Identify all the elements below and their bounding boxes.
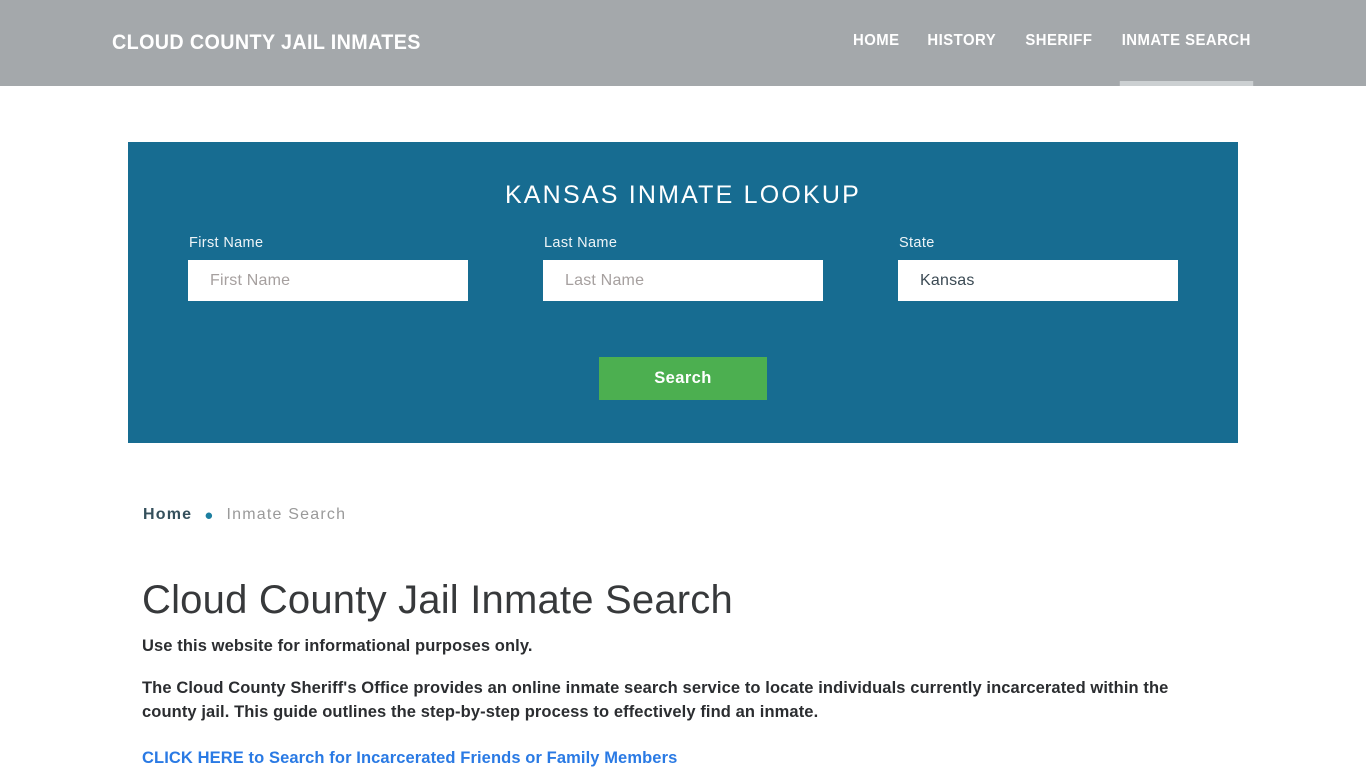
lead-disclaimer-text: Use this website for informational purpo… [142, 637, 533, 655]
last-name-input[interactable] [543, 260, 823, 301]
breadcrumb-link-home[interactable]: Home [143, 506, 192, 524]
search-button[interactable]: Search [599, 357, 767, 400]
nav-item-home[interactable]: HOME [853, 32, 900, 54]
breadcrumb-separator-dot-icon: ● [204, 506, 215, 524]
lookup-field-row: First Name Last Name State Kansas [128, 235, 1238, 307]
first-name-input[interactable] [188, 260, 468, 301]
nav-item-inmate-search[interactable]: INMATE SEARCH [1120, 32, 1253, 86]
inmate-search-cta-link[interactable]: CLICK HERE to Search for Incarcerated Fr… [142, 749, 677, 768]
first-name-label: First Name [189, 235, 264, 251]
intro-paragraph: The Cloud County Sheriff's Office provid… [142, 679, 1169, 721]
state-select[interactable]: Kansas [898, 260, 1178, 301]
nav-item-sheriff[interactable]: SHERIFF [1025, 32, 1092, 54]
state-label: State [899, 235, 935, 251]
breadcrumb-current-page: Inmate Search [226, 506, 347, 523]
nav-item-history[interactable]: HISTORY [928, 32, 997, 54]
first-name-field-group: First Name [188, 235, 468, 301]
inmate-lookup-panel: KANSAS INMATE LOOKUP First Name Last Nam… [128, 142, 1238, 443]
main-navigation: HOME HISTORY SHERIFF INMATE SEARCH [852, 32, 1254, 86]
site-header: CLOUD COUNTY JAIL INMATES HOME HISTORY S… [0, 0, 1366, 86]
last-name-label: Last Name [544, 235, 618, 251]
last-name-field-group: Last Name [543, 235, 823, 301]
site-brand-title[interactable]: CLOUD COUNTY JAIL INMATES [112, 31, 421, 55]
state-field-group: State Kansas [898, 235, 1178, 301]
lookup-panel-title: KANSAS INMATE LOOKUP [504, 181, 862, 209]
breadcrumb: Home ● Inmate Search [143, 506, 346, 524]
page-title: Cloud County Jail Inmate Search [142, 578, 733, 622]
